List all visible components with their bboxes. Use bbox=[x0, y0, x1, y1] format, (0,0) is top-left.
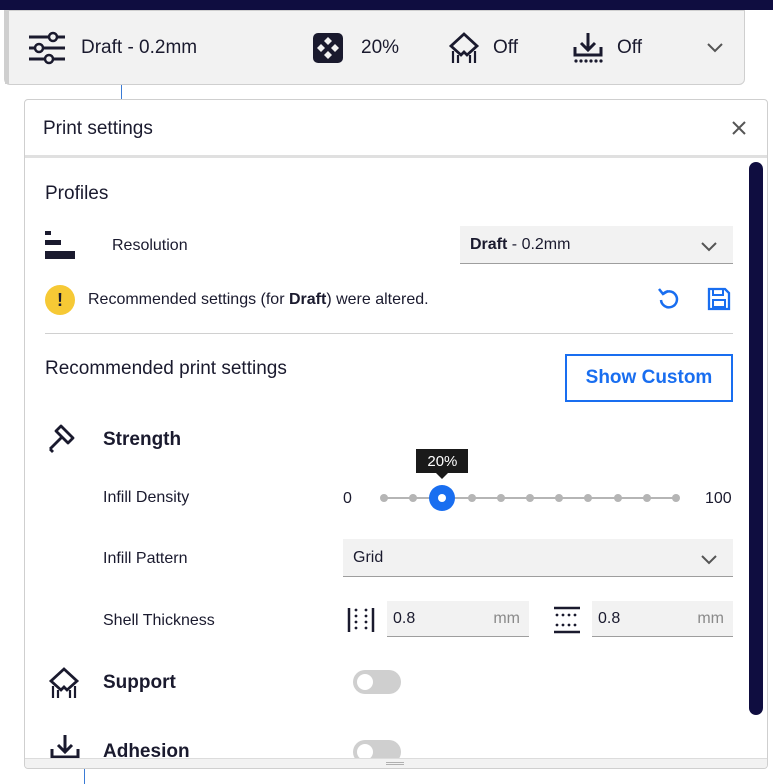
shell-thickness-label: Shell Thickness bbox=[103, 612, 215, 629]
support-toggle[interactable] bbox=[353, 670, 401, 694]
infill-icon bbox=[311, 31, 345, 65]
top-bottom-thickness-value: 0.8 bbox=[598, 610, 621, 627]
top-bottom-thickness-icon bbox=[552, 605, 582, 640]
warning-prefix: Recommended settings (for bbox=[88, 291, 289, 308]
resolution-label: Resolution bbox=[112, 237, 188, 254]
panel-scrollbar[interactable] bbox=[749, 162, 763, 715]
support-icon bbox=[47, 666, 81, 705]
wall-thickness-value: 0.8 bbox=[393, 610, 416, 627]
wall-thickness-unit: mm bbox=[493, 610, 520, 627]
wall-thickness-icon bbox=[346, 605, 376, 640]
support-icon bbox=[447, 31, 481, 65]
chevron-down-icon bbox=[701, 239, 717, 257]
panel-resize-bar[interactable] bbox=[25, 758, 767, 768]
slider-min-label: 0 bbox=[343, 490, 352, 507]
resize-grip[interactable] bbox=[386, 762, 404, 765]
warning-icon: ! bbox=[45, 285, 75, 315]
infill-density-slider[interactable] bbox=[380, 480, 680, 516]
slider-step-dot bbox=[380, 494, 388, 502]
adhesion-value: Off bbox=[617, 36, 642, 58]
title-separator bbox=[25, 155, 767, 158]
infill-pattern-dropdown[interactable]: Grid bbox=[343, 539, 733, 577]
slider-step-dot bbox=[496, 494, 505, 502]
reset-icon bbox=[656, 288, 682, 316]
infill-pattern-label: Infill Pattern bbox=[103, 550, 188, 567]
support-summary[interactable]: Off bbox=[447, 11, 518, 84]
recommended-heading: Recommended print settings bbox=[45, 358, 287, 379]
reset-button[interactable] bbox=[656, 286, 682, 317]
strength-heading: Strength bbox=[103, 429, 182, 450]
slider-step-dot bbox=[642, 494, 651, 502]
profile-summary[interactable]: Draft - 0.2mm bbox=[27, 11, 197, 84]
slider-step-dot bbox=[584, 494, 593, 502]
support-value: Off bbox=[493, 36, 518, 58]
resolution-icon bbox=[44, 229, 76, 266]
print-setup-header[interactable]: Draft - 0.2mm 20% Off Off bbox=[4, 10, 745, 85]
resolution-value-rest: - 0.2mm bbox=[507, 235, 571, 253]
infill-density-label: Infill Density bbox=[103, 489, 190, 506]
altered-warning-text: Recommended settings (for Draft) were al… bbox=[88, 291, 429, 309]
top-window-strip bbox=[0, 0, 773, 10]
close-icon bbox=[729, 121, 749, 142]
save-button[interactable] bbox=[706, 286, 732, 317]
support-heading: Support bbox=[103, 672, 176, 693]
resolution-dropdown[interactable]: Draft - 0.2mm bbox=[460, 226, 733, 264]
show-custom-button[interactable]: Show Custom bbox=[565, 354, 733, 402]
profile-label: Draft - 0.2mm bbox=[81, 36, 198, 58]
slider-value-tooltip: 20% bbox=[416, 449, 469, 479]
resolution-value-bold: Draft bbox=[470, 235, 508, 253]
save-icon bbox=[706, 287, 732, 316]
slider-step-dot bbox=[526, 494, 534, 502]
header-accent bbox=[5, 11, 9, 84]
slider-step-dot bbox=[672, 494, 680, 502]
hammer-icon bbox=[47, 422, 81, 461]
infill-pattern-value: Grid bbox=[353, 548, 384, 566]
connector-line bbox=[121, 85, 122, 99]
section-divider bbox=[45, 333, 733, 334]
infill-value: 20% bbox=[361, 36, 400, 58]
adhesion-summary[interactable]: Off bbox=[571, 11, 642, 84]
infill-summary[interactable]: 20% bbox=[311, 11, 399, 84]
chevron-down-icon bbox=[707, 42, 723, 53]
warning-suffix: ) were altered. bbox=[326, 291, 429, 308]
slider-step-dot bbox=[555, 494, 564, 502]
slider-step-dot bbox=[613, 494, 622, 502]
slider-step-dot bbox=[409, 494, 418, 502]
wall-thickness-input[interactable]: 0.8 mm bbox=[387, 601, 529, 637]
expand-button[interactable] bbox=[707, 11, 723, 84]
top-bottom-thickness-input[interactable]: 0.8 mm bbox=[592, 601, 733, 637]
close-button[interactable] bbox=[729, 118, 749, 138]
profiles-heading: Profiles bbox=[45, 183, 109, 204]
panel-title: Print settings bbox=[43, 118, 153, 139]
chevron-down-icon bbox=[701, 552, 717, 570]
sliders-icon bbox=[27, 31, 67, 65]
slider-max-label: 100 bbox=[705, 490, 732, 507]
slider-handle[interactable] bbox=[429, 485, 456, 511]
top-bottom-thickness-unit: mm bbox=[697, 610, 724, 627]
connector-line bbox=[84, 769, 85, 784]
slider-step-dot bbox=[467, 494, 476, 502]
warning-profile-name: Draft bbox=[288, 291, 327, 308]
print-settings-panel: Print settings Profiles Resolution Draft… bbox=[24, 99, 768, 769]
adhesion-icon bbox=[571, 31, 605, 65]
